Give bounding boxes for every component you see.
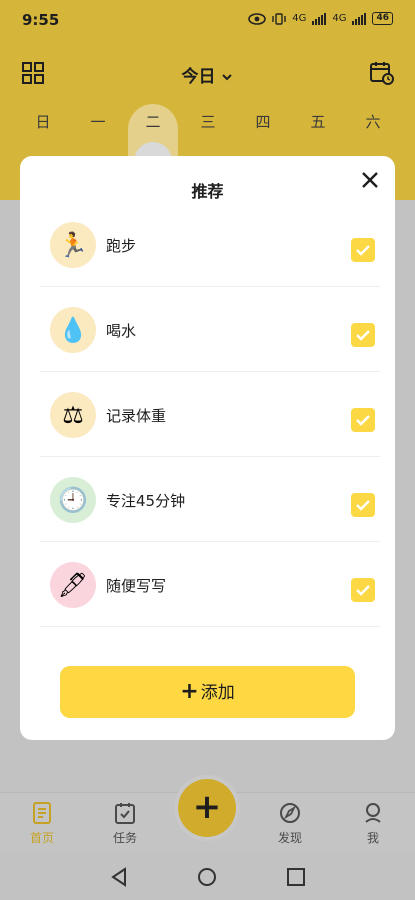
tab-tasks[interactable]: 任务 — [95, 801, 155, 846]
tab-me-label: 我 — [366, 831, 379, 845]
app-header: 今日 — [0, 56, 415, 92]
signal-icon-2 — [352, 12, 367, 25]
recommend-dialog: 推荐 🏃 跑步 💧 喝水 ⚖ 记录体重 🕘 专注45分钟 🖋 随便写写 + 添加 — [20, 156, 395, 740]
dialog-title: 推荐 — [191, 182, 224, 201]
date-selector[interactable]: 今日 — [0, 62, 415, 87]
status-icons: 4G 4G 46 — [248, 12, 393, 25]
system-nav-bar — [0, 852, 415, 900]
pen-icon: 🖋 — [50, 562, 96, 608]
list-item-focus[interactable]: 🕘 专注45分钟 — [40, 457, 380, 542]
weekday-mon[interactable]: 一 — [73, 104, 123, 144]
clock-icon: 🕘 — [50, 477, 96, 523]
list-item-label: 专注45分钟 — [106, 492, 186, 510]
plus-icon: + — [180, 679, 199, 704]
eye-icon — [248, 12, 267, 25]
user-icon — [365, 803, 381, 823]
weekday-sat[interactable]: 六 — [348, 104, 398, 144]
add-button-label: 添加 — [200, 683, 235, 703]
add-button[interactable]: + 添加 — [60, 666, 355, 718]
network-type-1: 4G — [292, 13, 307, 24]
water-drop-icon: 💧 — [50, 307, 96, 353]
tab-me[interactable]: 我 — [343, 801, 403, 846]
check-icon — [356, 415, 370, 426]
list-item-label: 记录体重 — [106, 407, 167, 425]
battery-icon: 46 — [372, 12, 393, 25]
checkbox[interactable] — [351, 323, 375, 347]
checkbox[interactable] — [351, 493, 375, 517]
recents-icon[interactable] — [285, 866, 307, 888]
scale-icon: ⚖ — [50, 392, 96, 438]
checkbox[interactable] — [351, 408, 375, 432]
status-bar: 9:55 4G 4G 46 — [0, 0, 415, 40]
close-icon[interactable] — [359, 169, 381, 191]
list-item-weight[interactable]: ⚖ 记录体重 — [40, 372, 380, 457]
tab-tasks-label: 任务 — [112, 831, 137, 845]
calendar-icon[interactable] — [369, 60, 395, 86]
check-icon — [356, 245, 370, 256]
back-icon[interactable] — [108, 866, 130, 888]
tab-discover-label: 发现 — [277, 831, 302, 845]
check-icon — [356, 500, 370, 511]
check-icon — [356, 585, 370, 596]
weekday-thu[interactable]: 四 — [238, 104, 288, 144]
runner-icon: 🏃 — [50, 222, 96, 268]
page-title: 今日 — [181, 67, 216, 87]
list-item-running[interactable]: 🏃 跑步 — [40, 202, 380, 287]
signal-icon — [312, 12, 327, 25]
task-check-icon — [115, 803, 135, 824]
compass-icon — [280, 803, 300, 823]
list-item-label: 喝水 — [106, 322, 137, 340]
tab-discover[interactable]: 发现 — [260, 801, 320, 846]
vibrate-icon — [272, 12, 286, 25]
weekday-fri[interactable]: 五 — [293, 104, 343, 144]
checkbox[interactable] — [351, 578, 375, 602]
recommend-list: 🏃 跑步 💧 喝水 ⚖ 记录体重 🕘 专注45分钟 🖋 随便写写 — [40, 202, 380, 627]
list-item-writing[interactable]: 🖋 随便写写 — [40, 542, 380, 627]
list-item-water[interactable]: 💧 喝水 — [40, 287, 380, 372]
network-type-2: 4G — [332, 13, 347, 24]
chevron-down-icon — [222, 74, 233, 81]
list-item-label: 随便写写 — [106, 577, 167, 595]
home-doc-icon — [33, 802, 51, 824]
weekday-sun[interactable]: 日 — [18, 104, 68, 144]
home-circle-icon[interactable] — [196, 866, 218, 888]
status-time: 9:55 — [22, 11, 60, 29]
weekday-wed[interactable]: 三 — [183, 104, 233, 144]
tab-home[interactable]: 首页 — [12, 801, 72, 846]
add-fab-button[interactable]: + — [178, 779, 236, 837]
list-item-label: 跑步 — [106, 237, 137, 255]
checkbox[interactable] — [351, 238, 375, 262]
check-icon — [356, 330, 370, 341]
tab-home-label: 首页 — [29, 831, 54, 845]
